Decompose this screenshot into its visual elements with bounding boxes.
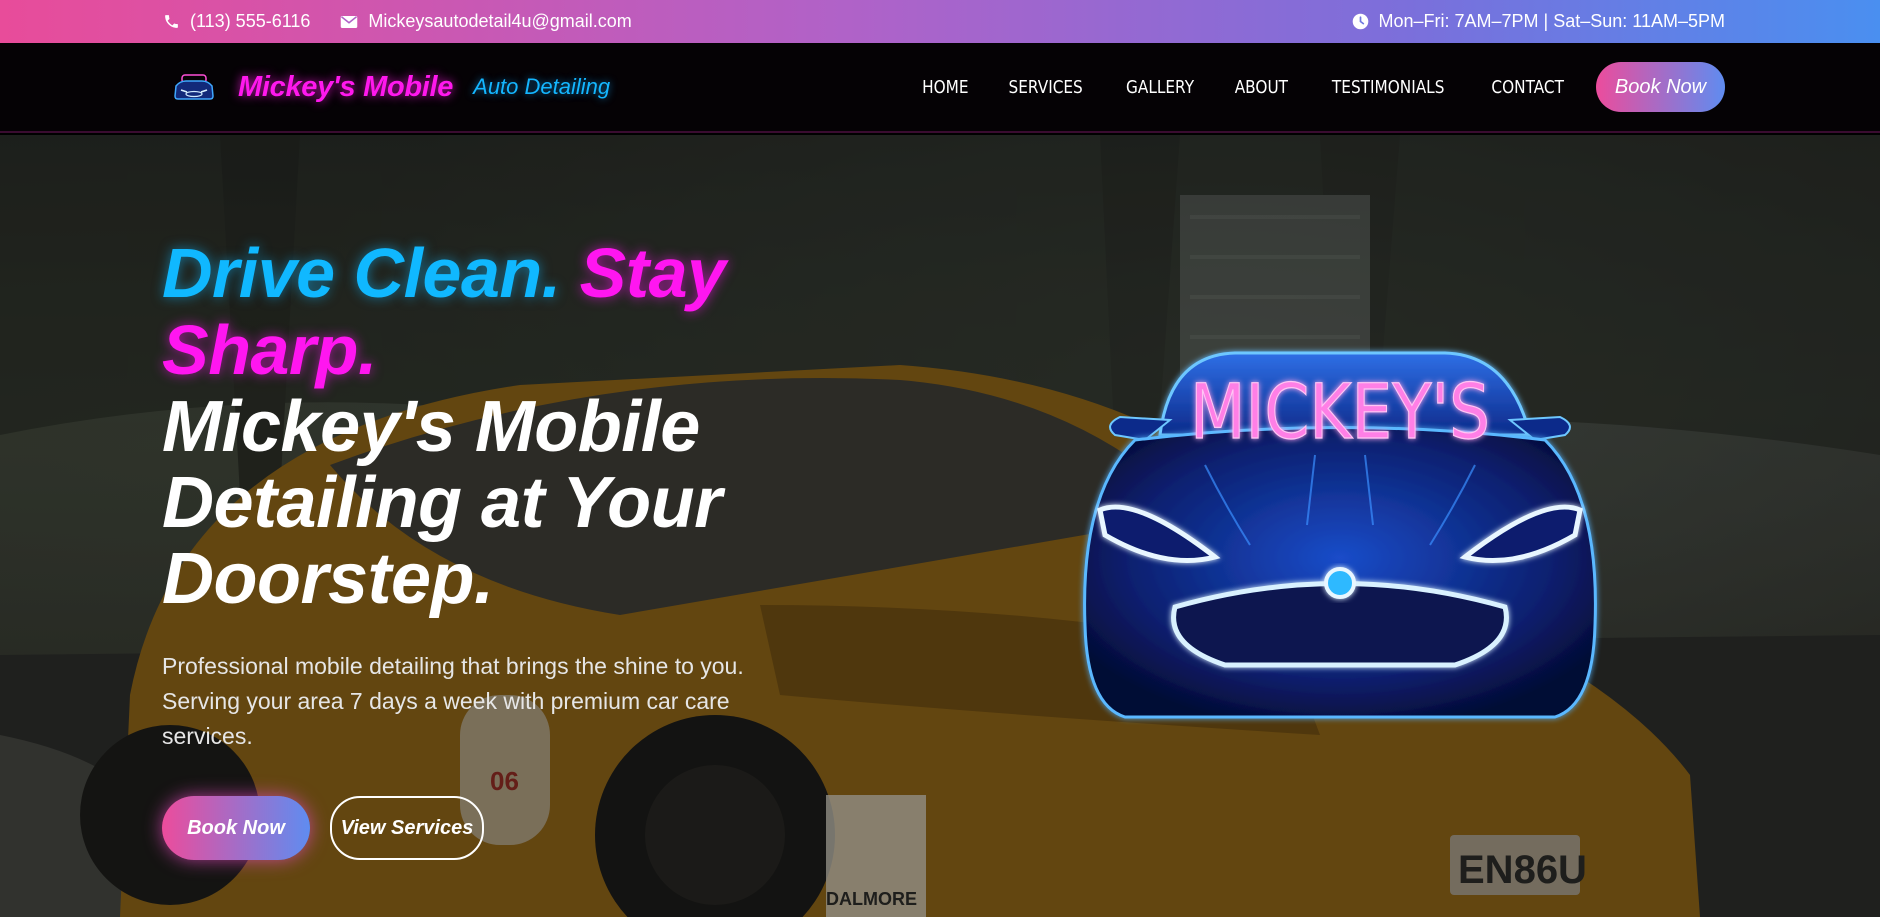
nav-services[interactable]: SERVICES (1009, 77, 1083, 98)
nav-contact[interactable]: CONTACT (1491, 77, 1564, 98)
hero-book-now-button[interactable]: Book Now (162, 796, 310, 860)
email-address: Mickeysautodetail4u@gmail.com (368, 11, 632, 31)
business-hours: Mon–Fri: 7AM–7PM | Sat–Sun: 11AM–5PM (1352, 11, 1726, 32)
neon-logo-text: MICKEY'S (1190, 367, 1490, 456)
email-contact[interactable]: Mickeysautodetail4u@gmail.com (340, 11, 632, 32)
envelope-icon (340, 15, 358, 29)
phone-contact[interactable]: (113) 555-6116 (163, 11, 310, 32)
brand-logo-icon (174, 74, 214, 100)
hours-text: Mon–Fri: 7AM–7PM | Sat–Sun: 11AM–5PM (1378, 11, 1726, 31)
hero-buttons: Book Now View Services (162, 796, 782, 860)
tagline-part-1: Drive Clean. (162, 234, 561, 312)
top-info-bar: (113) 555-6116 Mickeysautodetail4u@gmail… (0, 0, 1880, 43)
hero-content: Drive Clean. Stay Sharp. Mickey's Mobile… (162, 235, 782, 860)
nav-about[interactable]: ABOUT (1234, 77, 1287, 98)
nav-book-now-button[interactable]: Book Now (1596, 62, 1725, 112)
hero-section: EN86U DALMORE 06 Drive Clean. Stay Sharp… (0, 135, 1880, 917)
brand-subtitle: Auto Detailing (473, 74, 611, 99)
brand-name: Mickey's Mobile (238, 70, 454, 103)
phone-number: (113) 555-6116 (190, 11, 311, 31)
contact-info: (113) 555-6116 Mickeysautodetail4u@gmail… (163, 11, 632, 32)
clock-icon (1352, 13, 1369, 30)
hero-tagline: Drive Clean. Stay Sharp. (162, 235, 782, 389)
nav-home[interactable]: HOME (922, 77, 968, 98)
nav-testimonials[interactable]: TESTIMONIALS (1332, 77, 1444, 98)
nav-menu: HOME SERVICES GALLERY ABOUT TESTIMONIALS… (918, 62, 1725, 112)
neon-car-logo: MICKEY'S (1083, 351, 1597, 719)
nav-gallery[interactable]: GALLERY (1126, 77, 1194, 98)
hero-headline: Mickey's Mobile Detailing at Your Doorst… (162, 387, 722, 619)
hero-description: Professional mobile detailing that bring… (162, 653, 744, 749)
phone-icon (163, 13, 180, 30)
brand[interactable]: Mickey's Mobile Auto Detailing (172, 71, 610, 104)
view-services-button[interactable]: View Services (330, 796, 484, 860)
main-navbar: Mickey's Mobile Auto Detailing HOME SERV… (0, 43, 1880, 133)
